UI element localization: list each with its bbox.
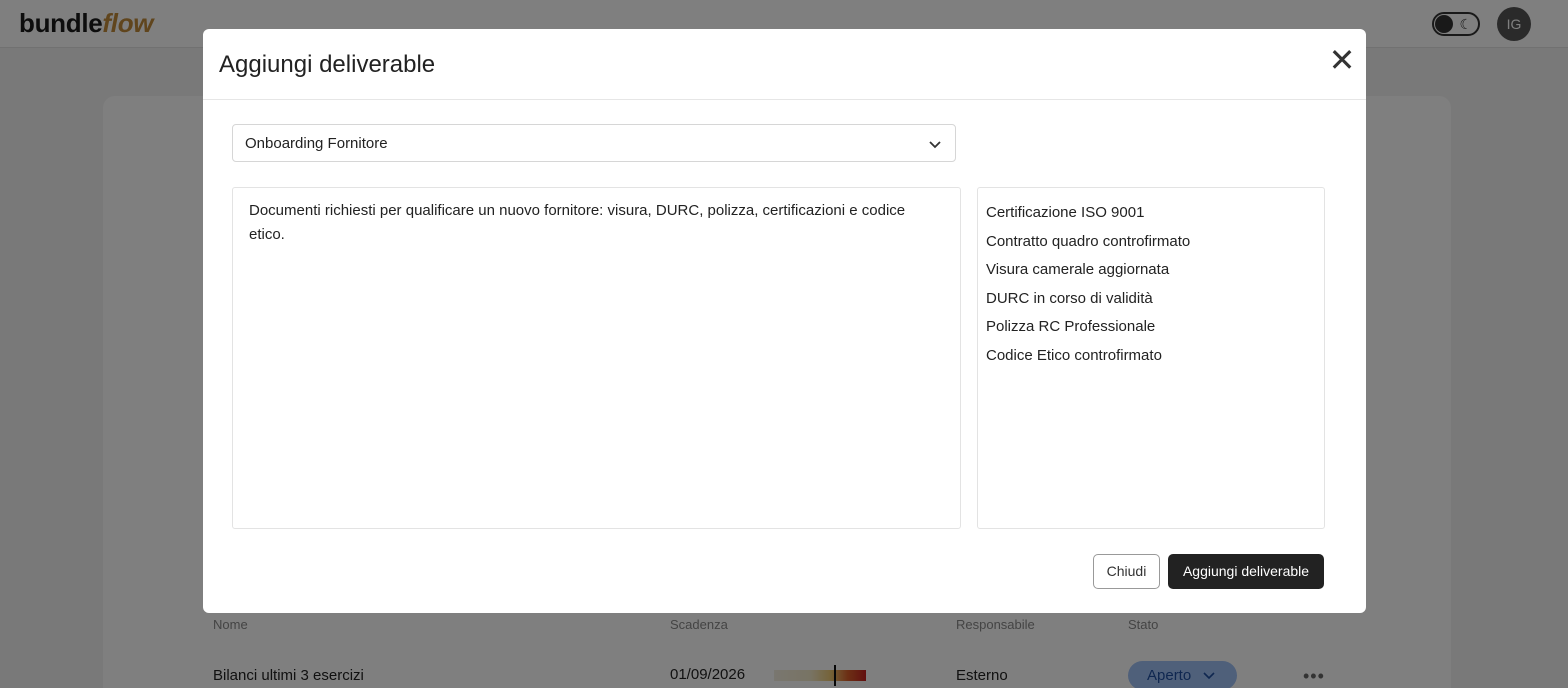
template-select-value: Onboarding Fornitore bbox=[245, 135, 388, 152]
description-textarea[interactable]: Documenti richiesti per qualificare un n… bbox=[232, 187, 961, 529]
template-select[interactable]: Onboarding Fornitore bbox=[232, 124, 956, 162]
description-text: Documenti richiesti per qualificare un n… bbox=[249, 202, 906, 243]
modal-header: Aggiungi deliverable ✕ bbox=[203, 29, 1366, 100]
add-deliverable-modal: Aggiungi deliverable ✕ Onboarding Fornit… bbox=[203, 29, 1366, 613]
modal-title: Aggiungi deliverable bbox=[219, 51, 436, 78]
add-deliverable-button[interactable]: Aggiungi deliverable bbox=[1168, 554, 1324, 589]
list-item[interactable]: DURC in corso di validità bbox=[986, 285, 1190, 314]
close-button[interactable]: Chiudi bbox=[1093, 554, 1160, 589]
list-item[interactable]: Visura camerale aggiornata bbox=[986, 256, 1190, 285]
list-item[interactable]: Certificazione ISO 9001 bbox=[986, 199, 1190, 228]
list-item[interactable]: Codice Etico controfirmato bbox=[986, 342, 1190, 371]
deliverable-items-list[interactable]: Certificazione ISO 9001 Contratto quadro… bbox=[977, 187, 1325, 529]
close-icon[interactable]: ✕ bbox=[1327, 43, 1357, 77]
list-item[interactable]: Polizza RC Professionale bbox=[986, 313, 1190, 342]
list-item[interactable]: Contratto quadro controfirmato bbox=[986, 228, 1190, 257]
chevron-down-icon bbox=[929, 141, 941, 149]
